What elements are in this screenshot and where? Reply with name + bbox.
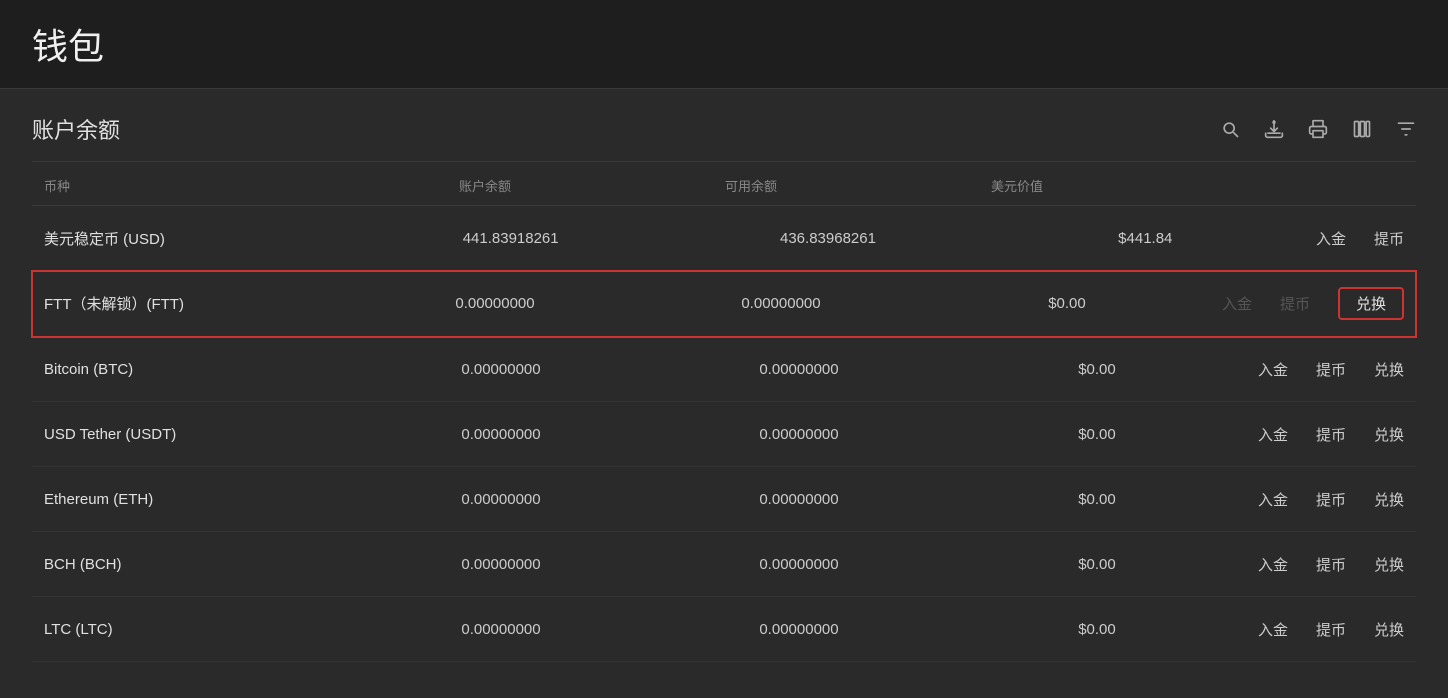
- account-balance: 0.00000000: [352, 605, 650, 654]
- main-content: 账户余额: [0, 89, 1448, 694]
- withdraw-button[interactable]: 提币: [1316, 619, 1346, 640]
- table-row: FTT（未解锁）(FTT)0.000000000.00000000$0.00入金…: [32, 271, 1416, 337]
- toolbar-icons: [1220, 119, 1416, 139]
- page-title: 钱包: [32, 18, 1416, 70]
- deposit-button[interactable]: 入金: [1258, 554, 1288, 575]
- page-header: 钱包: [0, 0, 1448, 89]
- deposit-button[interactable]: 入金: [1258, 489, 1288, 510]
- print-icon[interactable]: [1308, 119, 1328, 139]
- account-balance: 0.00000000: [352, 345, 650, 394]
- exchange-button[interactable]: 兑换: [1374, 554, 1404, 575]
- currency-name: USD Tether (USDT): [32, 410, 352, 459]
- filter-icon[interactable]: [1396, 119, 1416, 139]
- currency-name: 美元稳定币 (USD): [32, 212, 352, 265]
- currency-name: BCH (BCH): [32, 540, 352, 589]
- currency-name: Bitcoin (BTC): [32, 345, 352, 394]
- col-header-account-balance: 账户余额: [352, 176, 618, 195]
- table-body: 美元稳定币 (USD)441.83918261436.83968261$441.…: [32, 206, 1416, 662]
- available-balance: 0.00000000: [650, 410, 948, 459]
- account-balance: 0.00000000: [352, 279, 638, 328]
- usd-value: $0.00: [948, 410, 1246, 459]
- available-balance: 0.00000000: [638, 279, 924, 328]
- col-header-actions: [1150, 176, 1416, 195]
- usd-value: $0.00: [948, 540, 1246, 589]
- deposit-button[interactable]: 入金: [1258, 359, 1288, 380]
- usd-value: $0.00: [948, 605, 1246, 654]
- columns-icon[interactable]: [1352, 119, 1372, 139]
- table-header: 币种 账户余额 可用余额 美元价值: [32, 162, 1416, 206]
- account-balance: 441.83918261: [352, 214, 669, 263]
- actions-col: 入金 提币: [1304, 212, 1416, 265]
- actions-col: 入金 提币 兑换: [1246, 343, 1416, 396]
- available-balance: 0.00000000: [650, 345, 948, 394]
- actions-col: 入金 提币 兑换: [1246, 408, 1416, 461]
- exchange-button[interactable]: 兑换: [1374, 619, 1404, 640]
- account-balance: 0.00000000: [352, 540, 650, 589]
- exchange-button[interactable]: 兑换: [1374, 489, 1404, 510]
- withdraw-button: 提币: [1280, 293, 1310, 314]
- search-icon[interactable]: [1220, 119, 1240, 139]
- deposit-button: 入金: [1222, 293, 1252, 314]
- available-balance: 0.00000000: [650, 605, 948, 654]
- withdraw-button[interactable]: 提币: [1374, 228, 1404, 249]
- withdraw-button[interactable]: 提币: [1316, 489, 1346, 510]
- col-header-available-balance: 可用余额: [618, 176, 884, 195]
- actions-col: 入金 提币 兑换: [1246, 538, 1416, 591]
- deposit-button[interactable]: 入金: [1258, 619, 1288, 640]
- usd-value: $0.00: [924, 279, 1210, 328]
- currency-name: Ethereum (ETH): [32, 475, 352, 524]
- currency-name: FTT（未解锁）(FTT): [32, 277, 352, 330]
- section-title: 账户余额: [32, 113, 120, 145]
- table-row: Ethereum (ETH)0.000000000.00000000$0.00入…: [32, 467, 1416, 532]
- table-row: Bitcoin (BTC)0.000000000.00000000$0.00入金…: [32, 337, 1416, 402]
- actions-col: 入金 提币 兑换: [1246, 473, 1416, 526]
- exchange-button[interactable]: 兑换: [1374, 424, 1404, 445]
- deposit-button[interactable]: 入金: [1258, 424, 1288, 445]
- table-row: USD Tether (USDT)0.000000000.00000000$0.…: [32, 402, 1416, 467]
- exchange-button[interactable]: 兑换: [1374, 359, 1404, 380]
- withdraw-button[interactable]: 提币: [1316, 554, 1346, 575]
- available-balance: 0.00000000: [650, 540, 948, 589]
- account-balance: 0.00000000: [352, 475, 650, 524]
- actions-col: 入金 提币 兑换: [1210, 271, 1416, 336]
- available-balance: 436.83968261: [669, 214, 986, 263]
- download-icon[interactable]: [1264, 119, 1284, 139]
- table-row: 美元稳定币 (USD)441.83918261436.83968261$441.…: [32, 206, 1416, 271]
- col-header-currency: 币种: [32, 176, 352, 195]
- table-container: 币种 账户余额 可用余额 美元价值 美元稳定币 (USD)441.8391826…: [32, 162, 1416, 662]
- account-balance: 0.00000000: [352, 410, 650, 459]
- section-header: 账户余额: [32, 89, 1416, 162]
- table-row: BCH (BCH)0.000000000.00000000$0.00入金提币兑换: [32, 532, 1416, 597]
- withdraw-button[interactable]: 提币: [1316, 424, 1346, 445]
- currency-name: LTC (LTC): [32, 605, 352, 654]
- exchange-button[interactable]: 兑换: [1338, 287, 1404, 320]
- table-row: LTC (LTC)0.000000000.00000000$0.00入金提币兑换: [32, 597, 1416, 662]
- col-header-usd-value: 美元价值: [884, 176, 1150, 195]
- deposit-button[interactable]: 入金: [1316, 228, 1346, 249]
- usd-value: $0.00: [948, 345, 1246, 394]
- withdraw-button[interactable]: 提币: [1316, 359, 1346, 380]
- usd-value: $0.00: [948, 475, 1246, 524]
- usd-value: $441.84: [987, 214, 1304, 263]
- available-balance: 0.00000000: [650, 475, 948, 524]
- actions-col: 入金 提币 兑换: [1246, 603, 1416, 656]
